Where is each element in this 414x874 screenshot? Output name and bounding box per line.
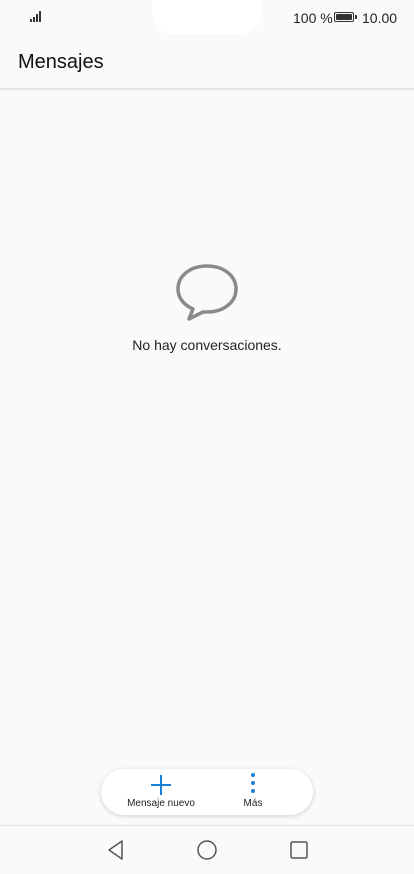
more-label: Más	[243, 798, 263, 809]
status-time: 10.00	[362, 10, 398, 26]
more-vertical-icon	[250, 773, 256, 795]
battery-full-icon	[334, 12, 357, 22]
chat-bubble-icon	[176, 264, 238, 321]
messages-screen: 100 % 10.00 Mensajes No hay conversacion…	[0, 0, 414, 874]
battery-percent: 100 %	[293, 10, 333, 26]
new-message-label: Mensaje nuevo	[127, 798, 195, 809]
page-title: Mensajes	[18, 51, 104, 73]
action-bar: Mensaje nuevo Más	[101, 769, 313, 815]
more-button[interactable]: Más	[223, 769, 283, 815]
signal-bars-icon	[30, 10, 44, 22]
plus-icon	[151, 775, 171, 795]
home-circle-icon[interactable]	[195, 838, 219, 862]
empty-state-message: No hay conversaciones.	[132, 337, 282, 353]
display-notch	[152, 0, 262, 34]
header-divider	[0, 88, 414, 90]
new-message-button[interactable]: Mensaje nuevo	[119, 769, 203, 815]
navigation-bar	[0, 826, 414, 874]
back-triangle-icon[interactable]	[104, 838, 128, 862]
status-bar: 100 % 10.00	[0, 0, 414, 36]
recents-square-icon[interactable]	[287, 838, 311, 862]
